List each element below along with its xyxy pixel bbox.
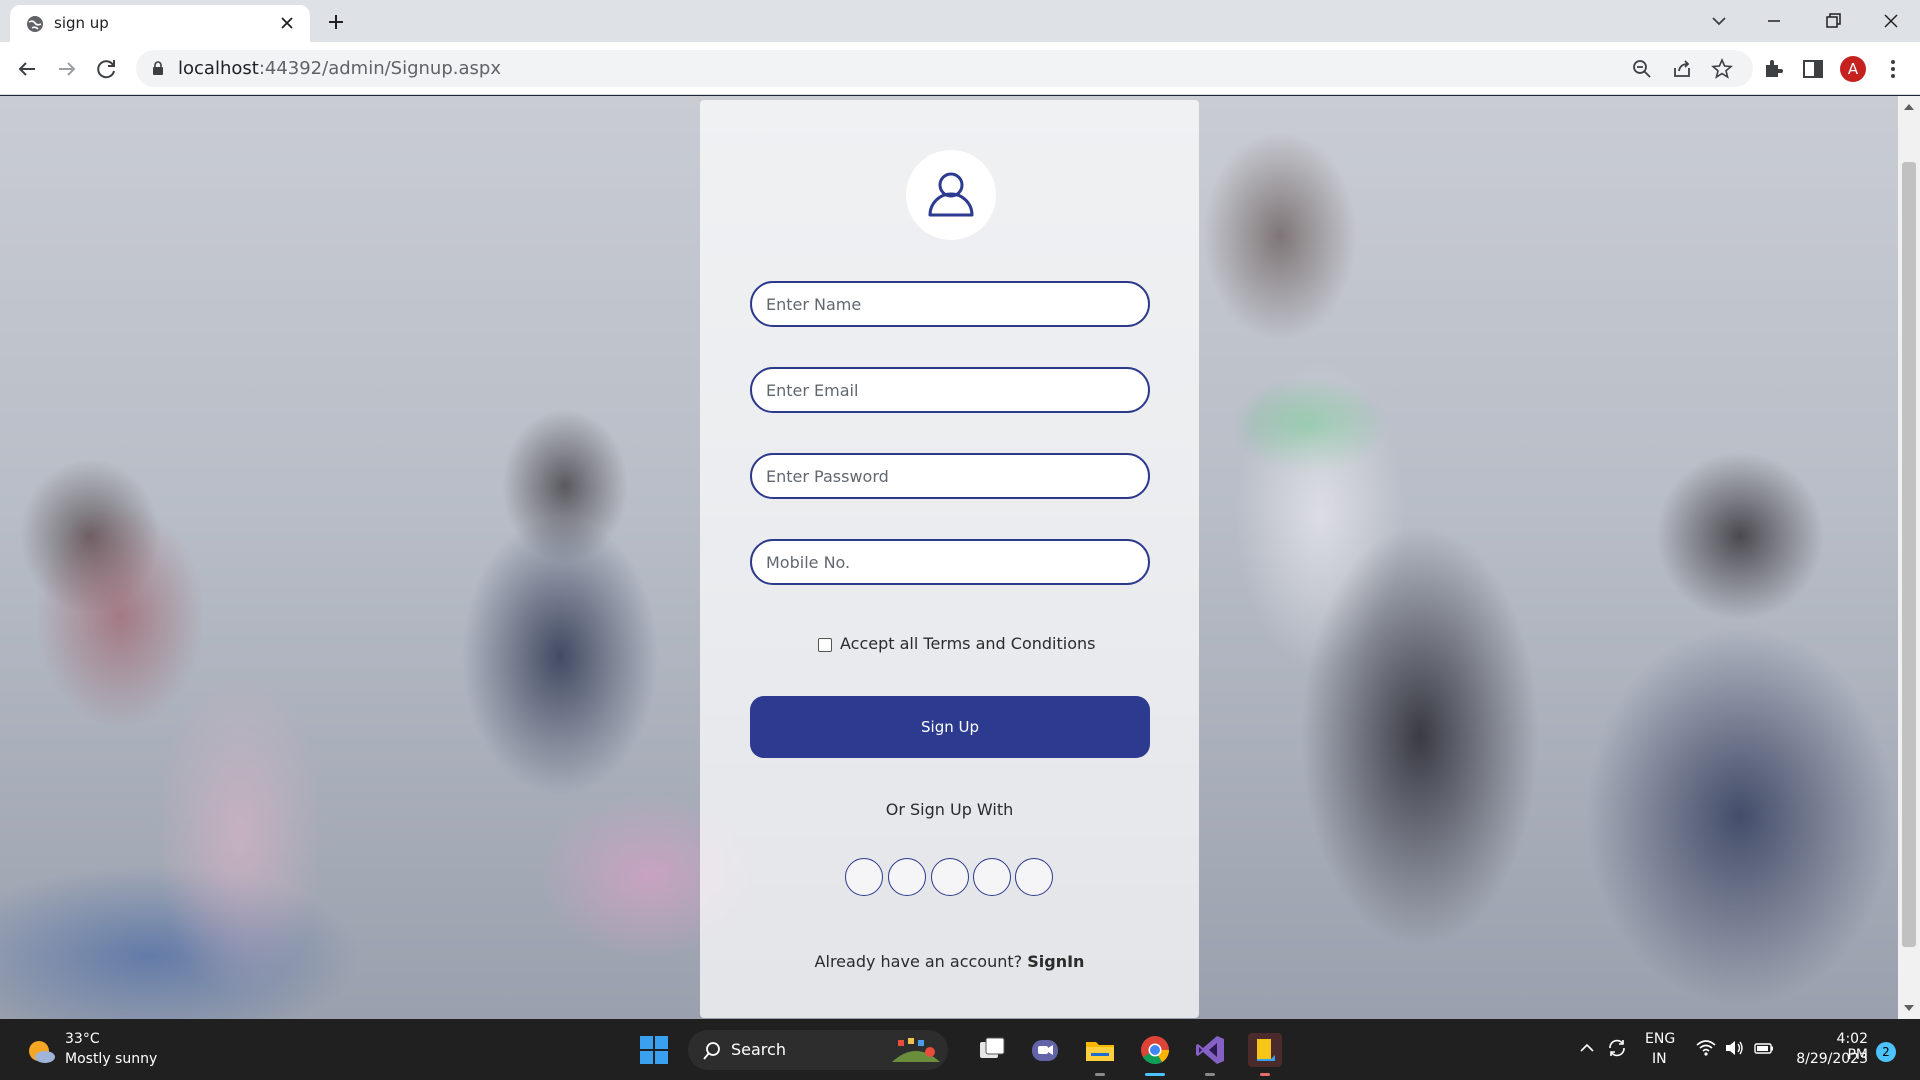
minimize-button[interactable] (1759, 6, 1789, 36)
extensions-icon[interactable] (1760, 56, 1786, 82)
scroll-thumb[interactable] (1902, 162, 1916, 947)
vs-running-indicator (1205, 1073, 1215, 1076)
address-bar[interactable]: localhost:44392/admin/Signup.aspx (136, 50, 1753, 87)
back-arrow-icon[interactable] (12, 54, 42, 84)
search-label: Search (731, 1040, 786, 1059)
page-scrollbar[interactable] (1898, 96, 1920, 1019)
password-input[interactable] (750, 453, 1150, 499)
scroll-down-icon[interactable] (1904, 1005, 1914, 1011)
social-button-2[interactable] (888, 858, 926, 896)
social-button-5[interactable] (1015, 858, 1053, 896)
forward-arrow-icon[interactable] (52, 54, 82, 84)
side-panel-icon[interactable] (1800, 56, 1826, 82)
chrome-active-indicator (1145, 1073, 1165, 1076)
lock-icon[interactable] (150, 60, 166, 76)
close-tab-icon[interactable] (278, 14, 296, 32)
social-button-3[interactable] (931, 858, 969, 896)
name-input[interactable] (750, 281, 1150, 327)
restore-button[interactable] (1818, 6, 1848, 36)
terms-label[interactable]: Accept all Terms and Conditions (840, 634, 1095, 653)
close-window-button[interactable] (1876, 6, 1906, 36)
signin-prompt: Already have an account? SignIn (700, 952, 1199, 971)
browser-toolbar: localhost:44392/admin/Signup.aspx A (0, 42, 1920, 95)
notes-running-indicator (1260, 1073, 1270, 1076)
task-view-icon[interactable] (975, 1033, 1009, 1067)
url-path: :44392/admin/Signup.aspx (258, 58, 501, 79)
tab-title: sign up (54, 14, 109, 32)
social-button-4[interactable] (973, 858, 1011, 896)
new-tab-button[interactable] (322, 8, 350, 36)
search-icon (703, 1042, 720, 1060)
signin-link[interactable]: SignIn (1027, 952, 1084, 971)
windows-start-icon[interactable] (637, 1033, 671, 1067)
sync-icon[interactable] (1606, 1037, 1628, 1059)
tab-strip: sign up (0, 0, 1920, 42)
visual-studio-icon[interactable] (1193, 1033, 1227, 1067)
weather-description[interactable]: Mostly sunny (65, 1051, 157, 1067)
mobile-input[interactable] (750, 539, 1150, 585)
url-text: localhost:44392/admin/Signup.aspx (178, 58, 501, 79)
social-buttons (845, 858, 1055, 898)
terms-checkbox[interactable] (818, 638, 832, 652)
browser-tab[interactable]: sign up (10, 5, 310, 42)
kebab-menu-icon[interactable] (1880, 56, 1906, 82)
teams-chat-icon[interactable] (1028, 1033, 1062, 1067)
share-icon[interactable] (1670, 57, 1694, 81)
account-prompt-text: Already have an account? (814, 952, 1023, 971)
scroll-up-icon[interactable] (1904, 104, 1914, 110)
file-explorer-icon[interactable] (1083, 1033, 1117, 1067)
signup-card: Accept all Terms and Conditions Sign Up … (700, 100, 1199, 1018)
social-button-1[interactable] (845, 858, 883, 896)
notification-badge[interactable]: 2 (1876, 1042, 1896, 1062)
chevron-up-icon[interactable] (1576, 1037, 1598, 1059)
taskbar-search[interactable]: Search (688, 1030, 948, 1070)
page-viewport: Accept all Terms and Conditions Sign Up … (0, 96, 1898, 1019)
user-avatar-circle (906, 150, 996, 240)
search-highlight-art-icon (892, 1038, 940, 1062)
bookmark-star-icon[interactable] (1710, 57, 1734, 81)
wifi-icon[interactable] (1695, 1037, 1717, 1059)
region-label[interactable]: IN (1652, 1051, 1667, 1067)
volume-icon[interactable] (1723, 1037, 1745, 1059)
sticky-notes-icon[interactable] (1248, 1033, 1282, 1067)
zoom-icon[interactable] (1630, 57, 1654, 81)
globe-icon (27, 16, 43, 32)
explorer-running-indicator (1095, 1073, 1105, 1076)
tab-search-icon[interactable] (1704, 6, 1734, 36)
url-host: localhost (178, 58, 259, 79)
profile-avatar[interactable]: A (1840, 56, 1866, 82)
weather-temperature[interactable]: 33°C (65, 1031, 100, 1047)
language-label[interactable]: ENG (1645, 1031, 1675, 1047)
battery-icon[interactable] (1753, 1037, 1775, 1059)
sign-up-button[interactable]: Sign Up (750, 696, 1150, 758)
clock-date[interactable]: 8/29/2023 (1790, 1051, 1868, 1067)
reload-icon[interactable] (92, 54, 122, 84)
windows-taskbar: 33°C Mostly sunny Search ENG IN 4:02 PM … (0, 1019, 1920, 1080)
email-input[interactable] (750, 367, 1150, 413)
or-sign-up-with-text: Or Sign Up With (885, 800, 1014, 819)
chrome-icon[interactable] (1138, 1033, 1172, 1067)
user-icon (928, 172, 974, 217)
weather-sun-icon[interactable] (26, 1036, 56, 1066)
